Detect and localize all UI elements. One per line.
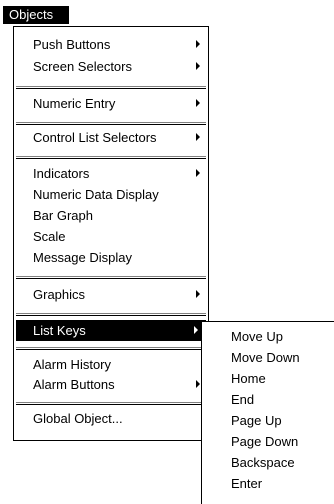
menu-item-label: Indicators: [33, 166, 90, 181]
menu-item-label: Bar Graph: [33, 208, 93, 223]
chevron-right-icon: [196, 380, 200, 388]
list-keys-submenu: Move Up Move Down Home End Page Up Page …: [201, 321, 334, 504]
chevron-right-icon: [196, 99, 200, 107]
menu-item-alarm-history[interactable]: Alarm History: [14, 354, 208, 375]
menu-item-label: Numeric Entry: [33, 96, 116, 111]
menu-item-scale[interactable]: Scale: [14, 226, 208, 247]
menu-item-label: Screen Selectors: [33, 59, 132, 74]
submenu-item-move-up[interactable]: Move Up: [202, 326, 334, 347]
submenu-item-label: Page Down: [231, 434, 299, 449]
menu-separator: [16, 347, 206, 350]
menu-item-label: Control List Selectors: [33, 130, 157, 145]
menu-item-label: Alarm History: [33, 357, 112, 372]
menu-separator: [16, 122, 206, 125]
chevron-right-icon: [196, 40, 200, 48]
menu-item-indicators[interactable]: Indicators: [14, 163, 208, 184]
menu-item-alarm-buttons[interactable]: Alarm Buttons: [14, 374, 208, 395]
submenu-item-move-down[interactable]: Move Down: [202, 347, 334, 368]
menu-item-control-list-selectors[interactable]: Control List Selectors: [14, 127, 208, 148]
menu-item-message-display[interactable]: Message Display: [14, 247, 208, 268]
submenu-item-end[interactable]: End: [202, 389, 334, 410]
menu-item-label: List Keys: [33, 323, 86, 338]
menu-item-graphics[interactable]: Graphics: [14, 284, 208, 305]
menu-separator: [16, 156, 206, 159]
menu-separator: [16, 276, 206, 279]
chevron-right-icon: [196, 290, 200, 298]
submenu-item-page-down[interactable]: Page Down: [202, 431, 334, 452]
submenu-item-label: Enter: [231, 476, 263, 491]
menu-separator: [16, 86, 206, 89]
objects-menu-title[interactable]: Objects: [3, 6, 69, 24]
menu-item-global-object[interactable]: Global Object...: [14, 408, 208, 429]
submenu-item-enter[interactable]: Enter: [202, 473, 334, 494]
menu-item-label: Alarm Buttons: [33, 377, 115, 392]
menu-item-label: Graphics: [33, 287, 86, 302]
submenu-item-label: Backspace: [231, 455, 295, 470]
submenu-item-backspace[interactable]: Backspace: [202, 452, 334, 473]
menu-separator: [16, 313, 206, 316]
submenu-item-label: Home: [231, 371, 266, 386]
menu-item-bar-graph[interactable]: Bar Graph: [14, 205, 208, 226]
menu-item-list-keys[interactable]: List Keys: [16, 320, 206, 341]
menu-item-screen-selectors[interactable]: Screen Selectors: [14, 56, 208, 77]
chevron-right-icon: [196, 169, 200, 177]
submenu-item-label: Move Up: [231, 329, 284, 344]
submenu-item-page-up[interactable]: Page Up: [202, 410, 334, 431]
menu-item-label: Scale: [33, 229, 66, 244]
submenu-item-label: Move Down: [231, 350, 300, 365]
menu-separator: [16, 402, 206, 405]
objects-menu: Push Buttons Screen Selectors Numeric En…: [13, 26, 209, 441]
menu-item-label: Message Display: [33, 250, 132, 265]
menu-item-numeric-entry[interactable]: Numeric Entry: [14, 93, 208, 114]
menu-item-label: Global Object...: [33, 411, 123, 426]
menu-item-label: Push Buttons: [33, 37, 111, 52]
chevron-right-icon: [194, 326, 198, 334]
submenu-item-home[interactable]: Home: [202, 368, 334, 389]
chevron-right-icon: [196, 133, 200, 141]
menu-item-label: Numeric Data Display: [33, 187, 159, 202]
submenu-item-label: End: [231, 392, 255, 407]
menu-item-push-buttons[interactable]: Push Buttons: [14, 34, 208, 55]
chevron-right-icon: [196, 62, 200, 70]
submenu-item-label: Page Up: [231, 413, 282, 428]
menu-item-numeric-data-display[interactable]: Numeric Data Display: [14, 184, 208, 205]
